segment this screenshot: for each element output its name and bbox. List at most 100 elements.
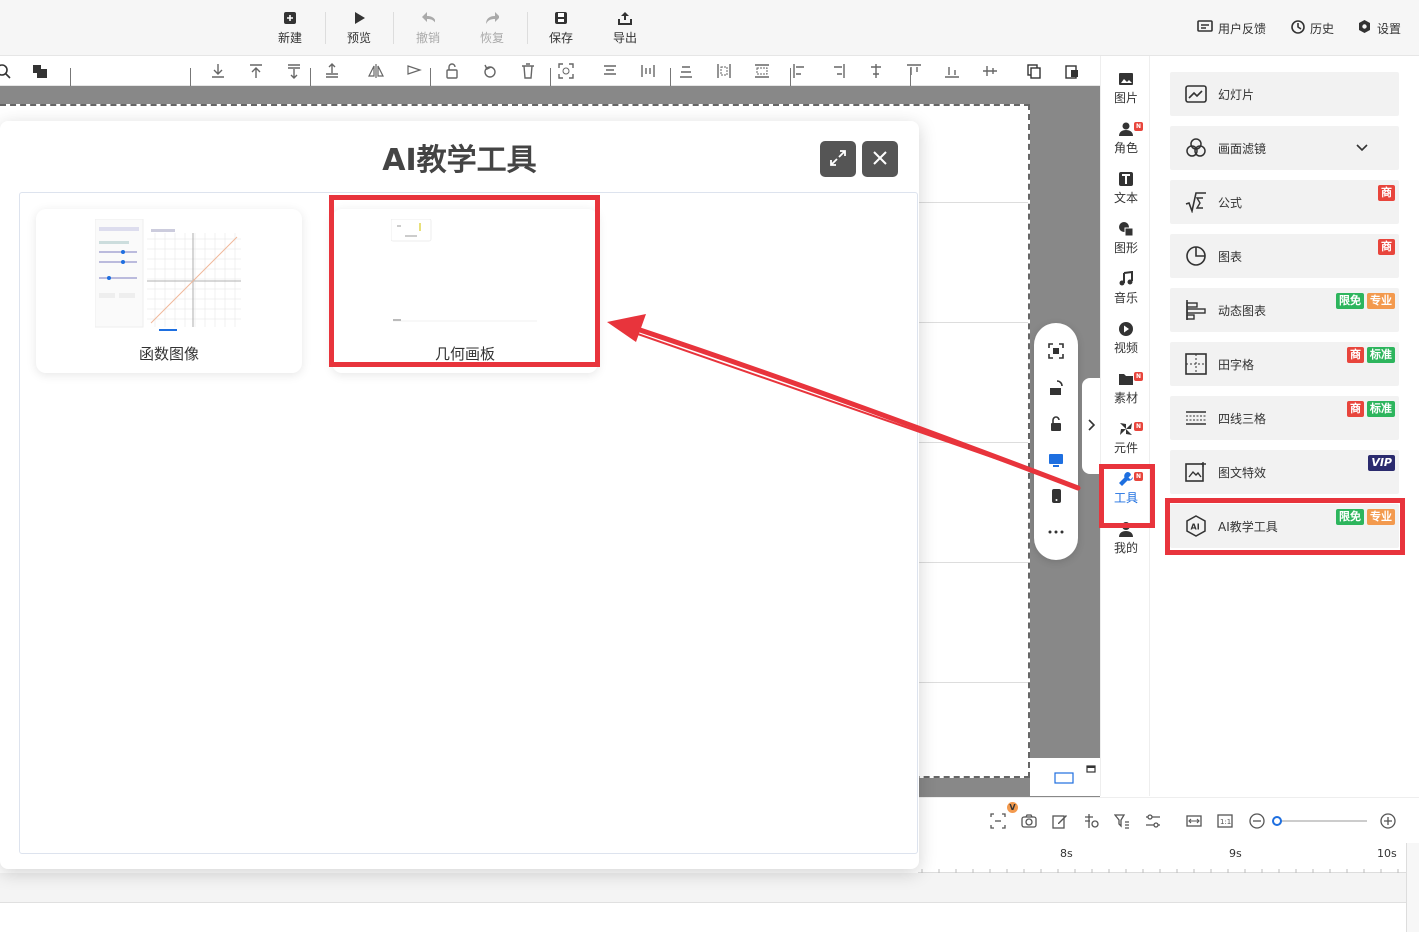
bring-up-icon[interactable]: [324, 63, 340, 79]
delete-icon[interactable]: [520, 63, 536, 79]
tool-item[interactable]: 图文特效 VIP: [1170, 450, 1399, 494]
zoom-slider-handle[interactable]: [1272, 816, 1282, 826]
undo-button[interactable]: 撤销: [398, 8, 458, 48]
timeline-track[interactable]: [0, 873, 1406, 903]
tool-item[interactable]: 幻灯片: [1170, 72, 1399, 116]
tian-grid-icon: [1184, 352, 1208, 376]
distribute-v-icon[interactable]: [716, 63, 732, 79]
fit-width-icon[interactable]: [1186, 813, 1202, 829]
preview-button[interactable]: 预览: [329, 8, 389, 48]
nav-item[interactable]: 元件 N: [1101, 414, 1151, 462]
move-up-icon[interactable]: [248, 63, 264, 79]
tool-item[interactable]: 动态图表 限免 专业: [1170, 288, 1399, 332]
fit-icon[interactable]: [990, 813, 1006, 829]
tool-item-label: 公式: [1218, 195, 1243, 210]
tool-item[interactable]: 四线三格 商标准: [1170, 396, 1399, 440]
tool-badge: 专业: [1367, 293, 1395, 309]
settings-link[interactable]: 设置: [1357, 18, 1401, 38]
save-icon: [554, 11, 568, 25]
nav-item[interactable]: 文本: [1101, 164, 1151, 212]
align-center-h-icon[interactable]: [868, 63, 884, 79]
ruler-line: [550, 68, 551, 86]
flip-vertical-icon[interactable]: [406, 63, 422, 79]
mobile-icon[interactable]: [1048, 488, 1064, 504]
lock-icon[interactable]: [444, 63, 460, 79]
unlock-icon[interactable]: [1048, 416, 1064, 432]
expand-panel-button[interactable]: [1082, 378, 1100, 474]
copy-icon[interactable]: [1026, 63, 1042, 79]
tool-item[interactable]: 公式 商: [1170, 180, 1399, 224]
save-button[interactable]: 保存: [531, 8, 591, 48]
tool-item[interactable]: 画面滤镜: [1170, 126, 1399, 170]
dialog-title: AI教学工具: [382, 143, 537, 178]
rotate-screen-icon[interactable]: [1048, 380, 1064, 396]
align-center-v-icon[interactable]: [640, 63, 656, 79]
folder-icon: [1118, 371, 1134, 387]
nav-item[interactable]: 素材 N: [1101, 364, 1151, 412]
mini-preview-pane[interactable]: [1030, 758, 1100, 796]
divider: [527, 12, 528, 44]
nav-item-label: 视频: [1113, 340, 1138, 355]
zoom-in-icon[interactable]: [1380, 813, 1396, 829]
align-left-icon[interactable]: [792, 63, 808, 79]
align-top-edge-icon[interactable]: [906, 63, 922, 79]
tool-item[interactable]: 图表 商: [1170, 234, 1399, 278]
rotate-icon[interactable]: [482, 63, 498, 79]
redo-button[interactable]: 恢复: [462, 8, 522, 48]
edit-icon[interactable]: [1052, 813, 1068, 829]
camera-icon[interactable]: [1021, 813, 1037, 829]
feedback-link[interactable]: 用户反馈: [1197, 18, 1266, 38]
align-top-icon[interactable]: [602, 63, 618, 79]
chevron-down-icon[interactable]: [1355, 140, 1369, 154]
tool-item-label: 图表: [1218, 249, 1243, 264]
desktop-icon[interactable]: [1048, 452, 1064, 468]
minimize-icon[interactable]: [1086, 762, 1096, 776]
tool-item[interactable]: AI AI教学工具 限免 专业: [1170, 504, 1399, 548]
tool-item[interactable]: 田字格 商标准: [1170, 342, 1399, 386]
nav-item[interactable]: 视频: [1101, 314, 1151, 362]
shape-icon: [1118, 221, 1134, 237]
nav-item[interactable]: 角色 N: [1101, 114, 1151, 162]
tool-card-function-graph[interactable]: 函数图像: [36, 209, 302, 373]
layer-icon[interactable]: [32, 63, 48, 79]
settings-label: 设置: [1377, 21, 1402, 36]
nav-item[interactable]: 音乐: [1101, 264, 1151, 312]
tag-icon[interactable]: [1083, 813, 1099, 829]
align-bottom-icon[interactable]: [678, 63, 694, 79]
timeline-ruler[interactable]: 8s 9s 10s: [918, 843, 1406, 873]
move-down-icon[interactable]: [210, 63, 226, 79]
align-middle-icon[interactable]: [982, 63, 998, 79]
export-button[interactable]: 导出: [595, 8, 655, 48]
nav-item[interactable]: 我的: [1101, 514, 1151, 562]
bring-down-icon[interactable]: [286, 63, 302, 79]
ruler-line: [790, 68, 791, 86]
more-icon[interactable]: [1048, 524, 1064, 540]
close-button[interactable]: [862, 141, 898, 177]
ruler-line: [70, 68, 71, 86]
tool-card-geometry-board[interactable]: 几何画板: [332, 209, 598, 373]
nav-item[interactable]: 工具 N: [1101, 464, 1151, 512]
flip-horizontal-icon[interactable]: [368, 63, 384, 79]
align-bottom-edge-icon[interactable]: [944, 63, 960, 79]
zoom-icon[interactable]: [0, 63, 12, 79]
distribute-h-icon[interactable]: [754, 63, 770, 79]
new-button[interactable]: 新建: [260, 8, 320, 48]
history-link[interactable]: 历史: [1290, 18, 1334, 38]
filter-text-icon[interactable]: [1113, 813, 1130, 829]
nav-item[interactable]: 图片: [1101, 64, 1151, 112]
actual-size-icon[interactable]: 1:1: [1217, 813, 1233, 829]
zoom-out-icon[interactable]: [1249, 813, 1265, 829]
zoom-slider-track[interactable]: [1277, 820, 1367, 822]
timeline-scrollbar[interactable]: [1406, 843, 1419, 932]
nav-item-label: 图形: [1113, 240, 1138, 255]
align-right-icon[interactable]: [830, 63, 846, 79]
screenshot-icon[interactable]: [1048, 343, 1064, 359]
history-label: 历史: [1310, 21, 1335, 36]
nav-item[interactable]: 图形: [1101, 214, 1151, 262]
new-badge: N: [1134, 472, 1143, 481]
paste-icon[interactable]: [1064, 63, 1080, 79]
crop-icon[interactable]: [558, 63, 574, 79]
canvas-quick-toolbar: [1034, 323, 1078, 560]
maximize-button[interactable]: [820, 141, 856, 177]
adjust-icon[interactable]: [1145, 813, 1161, 829]
